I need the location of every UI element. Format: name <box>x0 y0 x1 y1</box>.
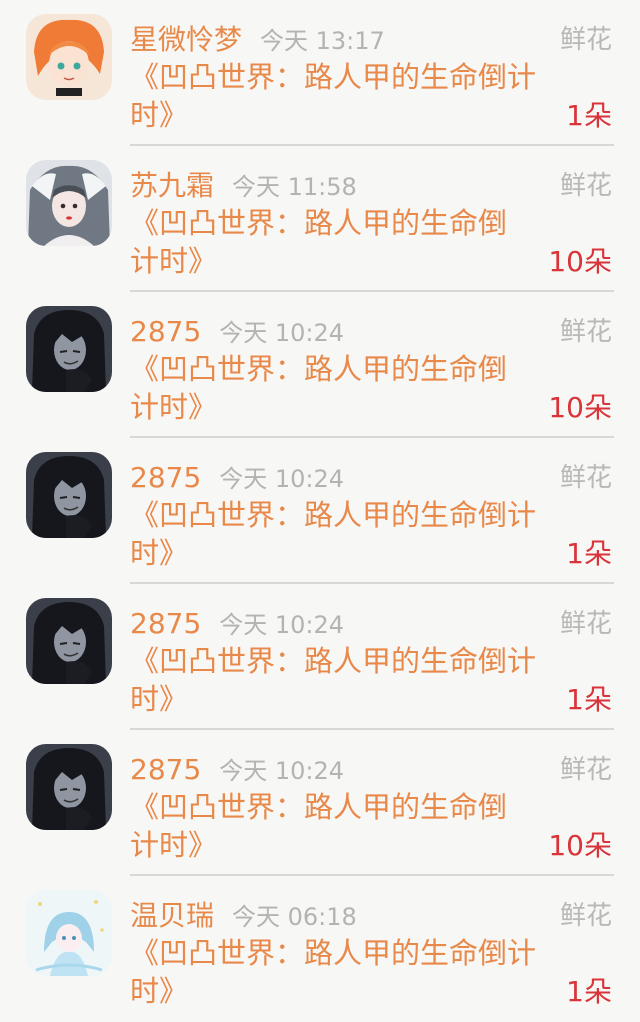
gift-type: 鲜花 <box>559 755 612 785</box>
sender-name[interactable]: 星微怜梦 今天 13:17 <box>130 20 385 61</box>
avatar[interactable] <box>26 452 112 538</box>
sender-name-text[interactable]: 星微怜梦 <box>130 23 242 56</box>
gift-time: 今天 10:24 <box>219 465 345 493</box>
gift-type: 鲜花 <box>559 463 612 493</box>
sender-name-text[interactable]: 苏九霜 <box>130 169 214 202</box>
gift-time: 今天 06:18 <box>232 903 357 931</box>
sender-name[interactable]: 温贝瑞 今天 06:18 <box>130 896 357 937</box>
gift-type: 鲜花 <box>559 609 612 639</box>
gift-count: 10朵 <box>548 245 612 278</box>
gift-count: 1朵 <box>566 537 612 570</box>
avatar[interactable] <box>26 744 112 830</box>
avatar[interactable] <box>26 160 112 246</box>
gift-time: 今天 11:58 <box>232 173 357 201</box>
book-title[interactable]: 《凹凸世界：路人甲的生命倒计时》 <box>130 350 530 426</box>
sender-name-text[interactable]: 2875 <box>130 607 201 640</box>
list-item[interactable]: 苏九霜 今天 11:58 鲜花 《凹凸世界：路人甲的生命倒计时》 10朵 <box>0 146 640 292</box>
book-title[interactable]: 《凹凸世界：路人甲的生命倒计时》 <box>130 934 560 1010</box>
sender-name[interactable]: 2875 今天 10:24 <box>130 458 344 499</box>
gift-type: 鲜花 <box>559 317 612 347</box>
gift-count: 10朵 <box>548 391 612 424</box>
gift-count: 1朵 <box>566 99 612 132</box>
sender-name-text[interactable]: 2875 <box>130 461 201 494</box>
gift-type: 鲜花 <box>559 901 612 931</box>
avatar[interactable] <box>26 598 112 684</box>
avatar[interactable] <box>26 890 112 976</box>
book-title[interactable]: 《凹凸世界：路人甲的生命倒计时》 <box>130 788 530 864</box>
book-title[interactable]: 《凹凸世界：路人甲的生命倒计时》 <box>130 642 560 718</box>
gift-type: 鲜花 <box>559 171 612 201</box>
sender-name-text[interactable]: 温贝瑞 <box>130 899 214 932</box>
book-title[interactable]: 《凹凸世界：路人甲的生命倒计时》 <box>130 496 560 572</box>
gift-type: 鲜花 <box>559 25 612 55</box>
gift-time: 今天 10:24 <box>219 611 345 639</box>
list-item[interactable]: 2875 今天 10:24 鲜花 《凹凸世界：路人甲的生命倒计时》 1朵 <box>0 584 640 730</box>
gift-time: 今天 10:24 <box>219 319 345 347</box>
sender-name[interactable]: 2875 今天 10:24 <box>130 750 344 791</box>
gift-list: 星微怜梦 今天 13:17 鲜花 《凹凸世界：路人甲的生命倒计时》 1朵 苏九霜今… <box>0 0 640 1022</box>
list-item[interactable]: 星微怜梦 今天 13:17 鲜花 《凹凸世界：路人甲的生命倒计时》 1朵 <box>0 0 640 146</box>
sender-name[interactable]: 2875 今天 10:24 <box>130 604 344 645</box>
gift-time: 今天 13:17 <box>260 27 385 55</box>
list-item[interactable]: 2875 今天 10:24 鲜花 《凹凸世界：路人甲的生命倒计时》 1朵 <box>0 438 640 584</box>
list-item[interactable]: 2875 今天 10:24 鲜花 《凹凸世界：路人甲的生命倒计时》 10朵 <box>0 292 640 438</box>
avatar[interactable] <box>26 14 112 100</box>
sender-name-text[interactable]: 2875 <box>130 315 201 348</box>
gift-count: 1朵 <box>566 683 612 716</box>
gift-count: 10朵 <box>548 829 612 862</box>
sender-name-text[interactable]: 2875 <box>130 753 201 786</box>
list-item[interactable]: 2875 今天 10:24 鲜花 《凹凸世界：路人甲的生命倒计时》 10朵 <box>0 730 640 876</box>
book-title[interactable]: 《凹凸世界：路人甲的生命倒计时》 <box>130 204 530 280</box>
avatar[interactable] <box>26 306 112 392</box>
list-item[interactable]: 温贝瑞 今天 06:18 鲜花 《凹凸世界：路人甲的生命倒计时》 1朵 <box>0 876 640 1022</box>
gift-count: 1朵 <box>566 975 612 1008</box>
book-title[interactable]: 《凹凸世界：路人甲的生命倒计时》 <box>130 58 560 134</box>
gift-time: 今天 10:24 <box>219 757 345 785</box>
sender-name[interactable]: 2875 今天 10:24 <box>130 312 344 353</box>
sender-name[interactable]: 苏九霜 今天 11:58 <box>130 166 357 207</box>
